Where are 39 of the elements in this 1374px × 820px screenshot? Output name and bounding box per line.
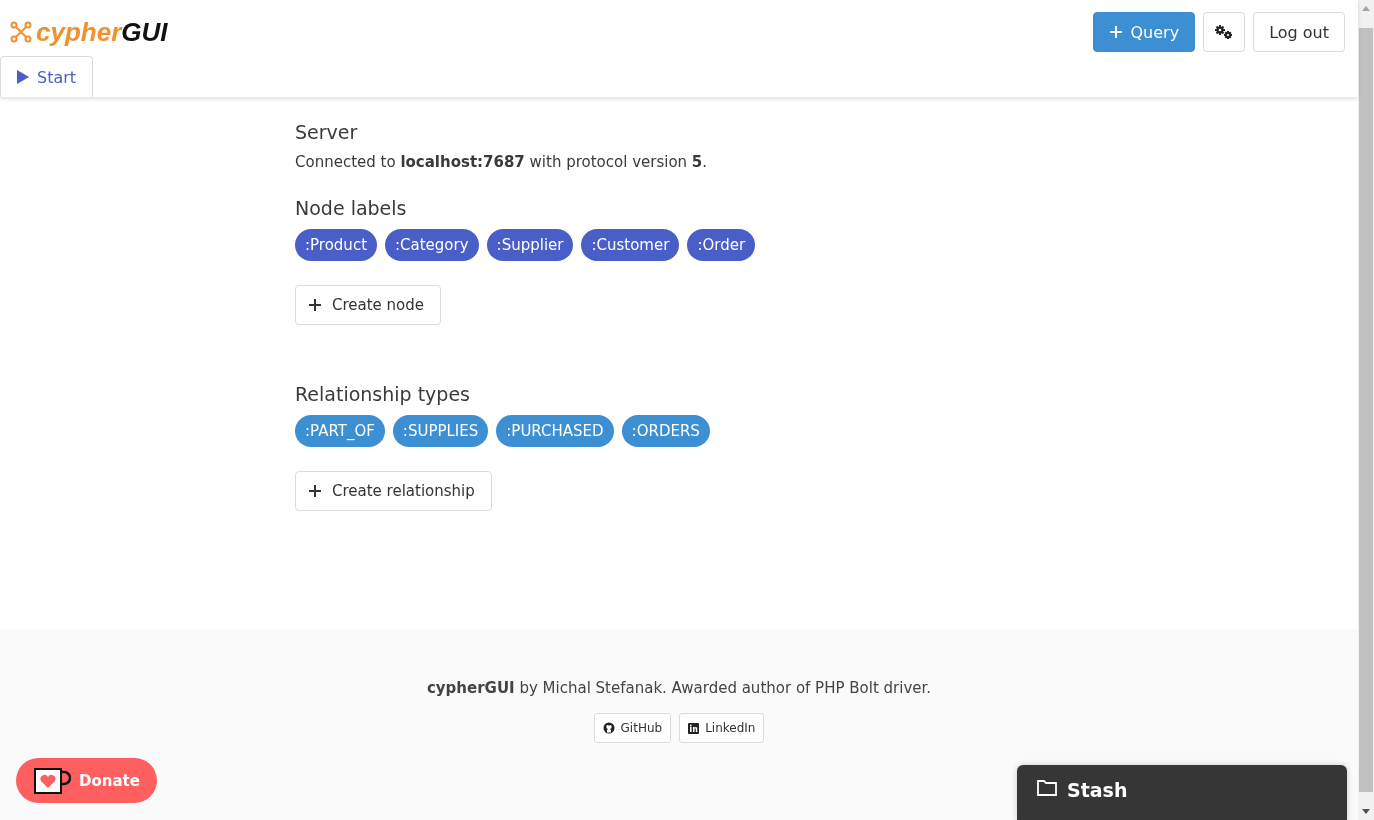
settings-button[interactable]	[1203, 12, 1246, 52]
logout-button[interactable]: Log out	[1253, 12, 1345, 52]
section-title: Server	[295, 121, 359, 143]
scroll-up-icon[interactable]	[1362, 6, 1370, 11]
create-relationship-button[interactable]: Create relationship	[295, 471, 492, 511]
node-label-tag[interactable]: :Product	[295, 229, 377, 261]
create-node-button[interactable]: Create node	[295, 285, 442, 325]
play-icon	[17, 70, 29, 84]
plus-icon	[308, 298, 322, 312]
github-icon	[602, 722, 615, 734]
node-label-tag[interactable]: :Category	[385, 229, 479, 261]
stash-panel[interactable]: Stash	[1017, 765, 1347, 820]
node-label-tag[interactable]: :Order	[687, 229, 756, 261]
folder-icon	[1037, 779, 1057, 796]
footer-credits: cypherGUI by Michal Stefanak. Awarded author of PHP Bolt driver.	[426, 679, 932, 697]
connection-info: Connected to localhost:7687 with protocol version 5.	[295, 153, 709, 171]
query-button[interactable]: Query	[1092, 12, 1196, 52]
mug-heart-icon	[33, 766, 72, 795]
plus-icon	[308, 484, 322, 498]
linkedin-icon	[688, 722, 700, 734]
graph-nodes-icon	[10, 21, 32, 43]
app-logo[interactable]: cypherGUI	[10, 16, 168, 48]
scrollbar-thumb[interactable]	[1359, 28, 1373, 792]
node-label-tag[interactable]: :Supplier	[486, 229, 574, 261]
section-title: Node labels	[295, 197, 408, 219]
node-label-tag[interactable]: :Customer	[581, 229, 680, 261]
relationship-type-tag[interactable]: :ORDERS	[621, 415, 710, 447]
section-title: Relationship types	[295, 383, 472, 405]
scroll-down-icon[interactable]	[1362, 809, 1370, 814]
scrollbar[interactable]	[1358, 0, 1374, 820]
relationship-type-tag[interactable]: :SUPPLIES	[392, 415, 489, 447]
relationship-type-tag[interactable]: :PART_OF	[295, 415, 385, 447]
github-link[interactable]: GitHub	[593, 713, 672, 743]
relationship-type-tag[interactable]: :PURCHASED	[496, 415, 614, 447]
plus-icon	[1108, 25, 1123, 39]
linkedin-link[interactable]: LinkedIn	[679, 713, 765, 743]
gears-icon	[1214, 24, 1235, 40]
start-tab[interactable]: Start	[0, 56, 94, 97]
donate-button[interactable]: Donate	[16, 758, 157, 803]
